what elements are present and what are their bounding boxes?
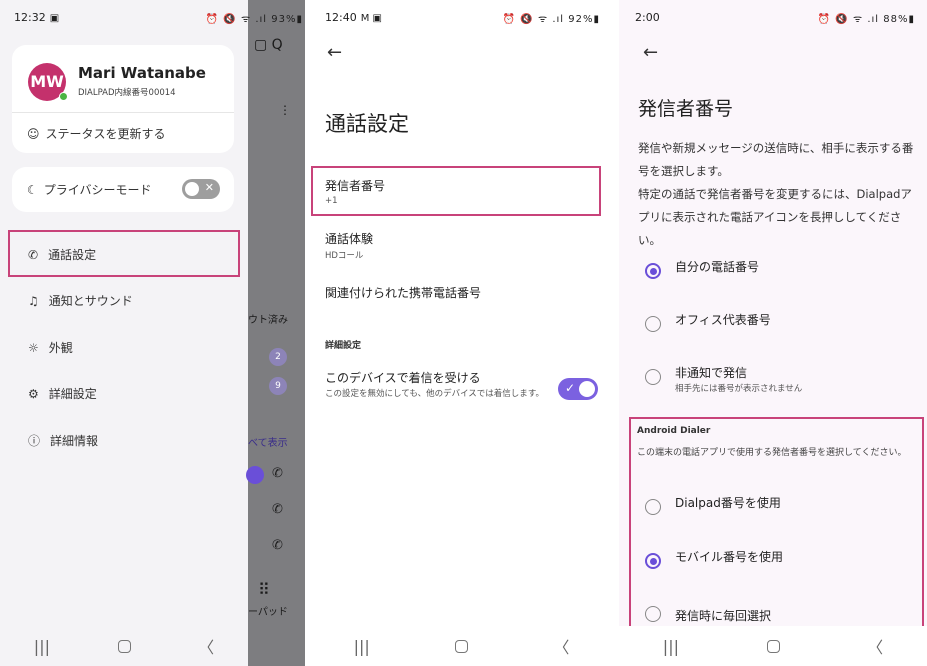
- status-time: 12:32 ▣: [14, 11, 60, 24]
- status-time: 2:00: [635, 11, 660, 24]
- system-nav-bar: ||| 〈: [619, 626, 927, 666]
- menu-item-info[interactable]: ⓘ 詳細情報: [28, 432, 98, 449]
- profile-name: Mari Watanabe: [78, 64, 206, 82]
- back-arrow-icon[interactable]: ←: [643, 42, 658, 63]
- back-arrow-icon[interactable]: ←: [327, 42, 342, 63]
- smiley-icon: ☺: [27, 126, 40, 141]
- info-icon: ⓘ: [28, 434, 41, 448]
- home-button[interactable]: [117, 639, 131, 653]
- menu-label: 外観: [48, 341, 73, 355]
- linked-mobile-setting[interactable]: 関連付けられた携帯電話番号: [325, 284, 481, 301]
- radio-own-number[interactable]: [645, 263, 661, 279]
- receive-calls-toggle[interactable]: ✓: [558, 378, 598, 400]
- menu-item-appearance[interactable]: ☼ 外観: [28, 339, 73, 356]
- privacy-mode-label: プライバシーモード: [43, 183, 152, 197]
- option-own-number[interactable]: 自分の電話番号: [675, 258, 759, 275]
- recents-button[interactable]: |||: [354, 637, 370, 656]
- status-bar: 12:32 ▣ ⏰ 🔇 ᯤ .ıl 93%▮: [0, 0, 305, 34]
- status-icons: ⏰ 🔇 ᯤ .ıl 92%▮: [502, 14, 600, 25]
- background-keypad-label: ーパッド: [248, 607, 288, 618]
- section-header-advanced: 詳細設定: [325, 341, 362, 351]
- status-icons: ⏰ 🔇 ᯤ .ıl 88%▮: [817, 14, 915, 25]
- recents-button[interactable]: |||: [663, 637, 679, 656]
- background-signed-out-text: ウト済み: [248, 315, 288, 326]
- screen-call-settings: 12:40 M ▣ ⏰ 🔇 ᯤ .ıl 92%▮ ← 通話設定 発信者番号 +1 …: [311, 0, 612, 666]
- background-show-all-link: べて表示: [248, 438, 288, 449]
- home-button[interactable]: [766, 639, 780, 653]
- drawer-scrim[interactable]: ▢ Q ⋮ ウト済み 2 9 べて表示 ✆ ✆ ✆ ⠿ ーパッド: [246, 0, 305, 666]
- status-icons: ⏰ 🔇 ᯤ .ıl 93%▮: [205, 14, 303, 25]
- highlight-box: [8, 230, 240, 277]
- divider: [12, 112, 234, 113]
- privacy-mode-row: ☾ プライバシーモード: [27, 181, 152, 198]
- system-nav-bar: ||| 〈: [311, 626, 612, 666]
- system-nav-bar: ||| 〈: [0, 626, 248, 666]
- back-button[interactable]: 〈: [198, 634, 214, 658]
- screen-navigation-drawer: ▢ Q ⋮ ウト済み 2 9 べて表示 ✆ ✆ ✆ ⠿ ーパッド 12:32 ▣ …: [0, 0, 305, 666]
- receive-calls-description: この設定を無効にしても、他のデバイスでは着信します。: [325, 389, 544, 399]
- background-phone-icon: ✆: [272, 466, 283, 481]
- page-title: 通話設定: [325, 112, 409, 136]
- sun-icon: ☼: [28, 340, 39, 355]
- screen-caller-id: 2:00 ⏰ 🔇 ᯤ .ıl 88%▮ ← 発信者番号 発信や新規メッセージの送…: [619, 0, 927, 666]
- bell-icon: ♫: [28, 293, 39, 308]
- radio-private[interactable]: [645, 369, 661, 385]
- background-badge: 9: [269, 377, 287, 395]
- back-button[interactable]: 〈: [867, 634, 883, 658]
- profile-extension: DIALPAD内線番号00014: [78, 88, 176, 98]
- presence-indicator: [59, 92, 68, 101]
- option-private-subtitle: 相手先には番号が表示されません: [675, 384, 803, 394]
- menu-label: 通知とサウンド: [48, 294, 133, 308]
- background-avatar: [246, 466, 264, 484]
- background-phone-icon: ✆: [272, 502, 283, 517]
- status-bar: 12:40 M ▣ ⏰ 🔇 ᯤ .ıl 92%▮: [311, 0, 612, 34]
- option-office-main[interactable]: オフィス代表番号: [675, 311, 771, 328]
- background-toolbar-icons: ▢ Q: [254, 37, 283, 53]
- background-badge: 2: [269, 348, 287, 366]
- background-keypad-icon: ⠿: [258, 580, 270, 599]
- highlight-box: [311, 166, 601, 216]
- call-experience-setting[interactable]: 通話体験: [325, 230, 373, 247]
- highlight-box: [629, 417, 924, 630]
- privacy-mode-toggle[interactable]: ✕: [182, 179, 220, 199]
- home-button[interactable]: [455, 639, 469, 653]
- menu-label: 詳細設定: [48, 387, 97, 401]
- menu-label: 詳細情報: [50, 434, 99, 448]
- menu-item-advanced[interactable]: ⚙ 詳細設定: [28, 385, 97, 402]
- moon-icon: ☾: [27, 182, 38, 197]
- gear-icon: ⚙: [28, 386, 39, 401]
- background-phone-icon: ✆: [272, 538, 283, 553]
- option-private[interactable]: 非通知で発信: [675, 364, 747, 381]
- privacy-mode-card: ☾ プライバシーモード ✕: [12, 167, 234, 212]
- recents-button[interactable]: |||: [34, 637, 50, 656]
- call-experience-value: HDコール: [325, 251, 364, 261]
- status-time: 12:40 M ▣: [325, 11, 382, 24]
- background-overflow-icon: ⋮: [279, 103, 291, 117]
- status-bar: 2:00 ⏰ 🔇 ᯤ .ıl 88%▮: [619, 0, 927, 34]
- update-status-label: ステータスを更新する: [45, 127, 166, 141]
- receive-calls-setting: このデバイスで着信を受ける: [325, 371, 481, 385]
- radio-office-main[interactable]: [645, 316, 661, 332]
- profile-card[interactable]: MW Mari Watanabe DIALPAD内線番号00014 ☺ ステータ…: [12, 45, 234, 153]
- caller-id-description: 発信や新規メッセージの送信時に、相手に表示する番号を選択します。 特定の通話で発…: [638, 141, 914, 247]
- page-title: 発信者番号: [638, 98, 734, 120]
- back-button[interactable]: 〈: [553, 634, 569, 658]
- menu-item-notifications[interactable]: ♫ 通知とサウンド: [28, 292, 133, 309]
- update-status-button[interactable]: ☺ ステータスを更新する: [27, 125, 166, 142]
